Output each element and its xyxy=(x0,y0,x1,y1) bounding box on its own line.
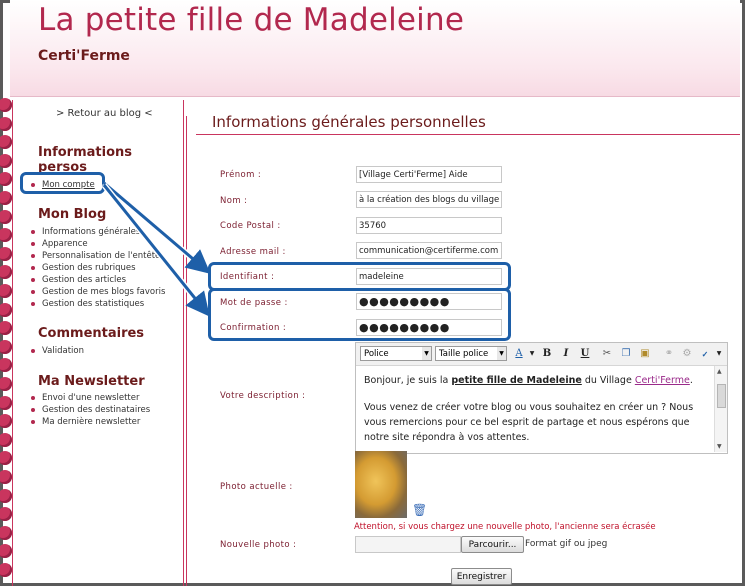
font-select-label: Police xyxy=(364,349,389,359)
file-path-input[interactable] xyxy=(355,536,461,553)
font-select[interactable]: Police ▼ xyxy=(360,346,432,361)
cut-icon[interactable]: ✂ xyxy=(600,347,614,361)
text-span: Bonjour, je suis la xyxy=(364,375,452,386)
chevron-down-icon: ▼ xyxy=(497,347,506,360)
link-icon[interactable]: ⚭ xyxy=(662,347,676,361)
editor-paragraph: Bonjour, je suis la petite fille de Made… xyxy=(364,373,709,388)
bold-icon[interactable]: B xyxy=(540,347,554,361)
format-note: Format gif ou jpeg xyxy=(525,539,608,549)
photo-warning: Attention, si vous chargez une nouvelle … xyxy=(354,522,656,532)
scroll-down-icon[interactable]: ▼ xyxy=(717,443,722,450)
arrow-to-password xyxy=(102,184,210,317)
size-select[interactable]: Taille police ▼ xyxy=(435,346,507,361)
text-span: . xyxy=(689,375,693,386)
trash-icon[interactable]: 🗑 xyxy=(412,503,427,517)
editor-paragraph: Vous venez de créer votre blog ou vous s… xyxy=(364,402,694,443)
browse-button[interactable]: Parcourir... xyxy=(461,536,524,553)
size-select-label: Taille police xyxy=(439,349,489,359)
chevron-down-icon[interactable]: ▼ xyxy=(712,347,726,361)
text-span: du Village xyxy=(581,375,635,386)
unlink-icon[interactable]: ⚙ xyxy=(680,347,694,361)
field-label: Votre description : xyxy=(220,391,306,401)
editor-scrollbar[interactable]: ▲ ▼ xyxy=(714,366,727,452)
underline-icon[interactable]: U xyxy=(578,347,592,361)
description-editor[interactable]: Police ▼ Taille police ▼ A ▼ B I U ✂ ❐ ▣ ⚭… xyxy=(355,342,728,454)
text-color-icon[interactable]: A xyxy=(512,347,526,361)
field-label: Photo actuelle : xyxy=(220,482,293,492)
chevron-down-icon[interactable]: ▼ xyxy=(525,347,539,361)
scroll-up-icon[interactable]: ▲ xyxy=(717,368,722,375)
copy-icon[interactable]: ❐ xyxy=(619,347,633,361)
field-label: Nouvelle photo : xyxy=(220,540,297,550)
italic-icon[interactable]: I xyxy=(559,347,573,361)
spellcheck-icon[interactable]: ✓ xyxy=(698,347,712,361)
paste-icon[interactable]: ▣ xyxy=(638,347,652,361)
arrow-to-username xyxy=(103,181,211,274)
bold-underlined-text: petite fille de Madeleine xyxy=(451,375,582,386)
chevron-down-icon: ▼ xyxy=(422,347,431,360)
editor-link[interactable]: Certi'Ferme xyxy=(635,375,690,386)
scroll-thumb[interactable] xyxy=(717,384,726,408)
save-button[interactable]: Enregistrer xyxy=(451,568,512,585)
editor-content[interactable]: Bonjour, je suis la petite fille de Made… xyxy=(364,373,709,457)
editor-toolbar: Police ▼ Taille police ▼ A ▼ B I U ✂ ❐ ▣ ⚭… xyxy=(356,343,727,366)
current-photo xyxy=(355,451,407,518)
